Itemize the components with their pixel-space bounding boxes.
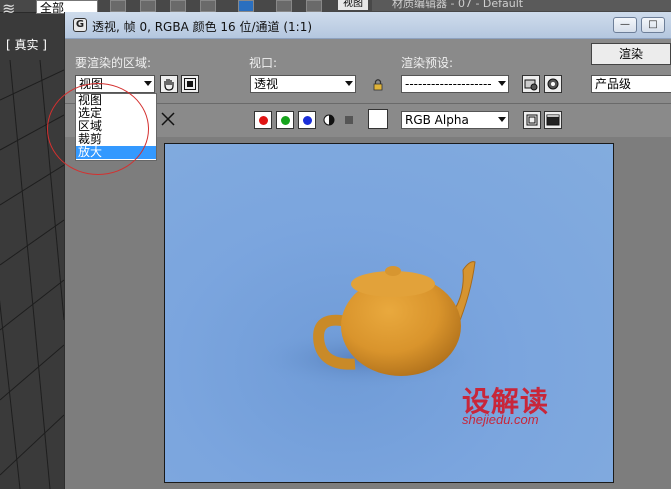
red-dot-icon [259,116,268,125]
render-image-area: 设解读 shejiedu.com [65,137,671,489]
hand-icon [164,79,174,91]
rendered-teapot-image: 设解读 shejiedu.com [164,143,614,483]
viewport-grid [0,60,64,489]
maximize-button[interactable]: □ [641,17,665,33]
blue-dot-icon [303,116,312,125]
green-channel-toggle[interactable] [276,111,294,129]
viewport-shading-label[interactable]: [ 真实 ] [6,36,47,53]
teapot-render [255,261,476,389]
toggle-ui-overlay-button[interactable] [523,111,541,129]
chevron-down-icon [144,81,152,86]
material-editor-title: 材质编辑器 - 07 - Default [372,0,671,11]
alpha-channel-icon[interactable] [323,114,335,126]
toolbar-tool-button[interactable] [238,0,254,12]
app-icon: G [73,18,87,32]
color-swatch[interactable] [368,109,388,129]
quality-dropdown[interactable]: 产品级 [591,75,671,93]
viewport-dropdown[interactable]: 透视 [250,75,356,93]
window-title: 透视, 帧 0, RGBA 颜色 16 位/通道 (1:1) [92,20,313,34]
render-frame-window: G 透视, 帧 0, RGBA 颜色 16 位/通道 (1:1) — □ 要渲染… [47,12,671,489]
watermark-url: shejiedu.com [462,412,539,427]
region-hand-button[interactable] [160,75,178,93]
render-setup-icon [524,79,538,91]
auto-region-button[interactable] [181,75,199,93]
toolbar-tool-button[interactable] [170,0,186,12]
green-dot-icon [281,116,290,125]
lock-icon [373,79,383,91]
blue-channel-toggle[interactable] [298,111,316,129]
wave-icon[interactable]: ≋ [2,0,15,18]
render-preset-value: -------------------- [405,77,492,91]
minimize-button[interactable]: — [613,17,637,33]
view-tab[interactable]: 视图 [338,0,368,10]
render-preset-dropdown[interactable]: -------------------- [401,75,509,93]
display-icon [546,114,560,126]
toolbar-tool-button[interactable] [200,0,216,12]
monochrome-icon[interactable] [345,116,353,124]
chevron-down-icon [498,117,506,122]
teapot-render-icon [547,78,559,90]
channel-display-dropdown[interactable]: RGB Alpha [401,111,509,129]
area-to-render-value: 视图 [79,77,104,91]
render-setup-button[interactable] [522,75,540,93]
red-channel-toggle[interactable] [254,111,272,129]
area-to-render-options[interactable]: 视图 选定 区域 裁剪 放大 [75,93,157,161]
area-to-render-label: 要渲染的区域: [75,56,152,70]
toggle-ui-button[interactable] [544,111,562,129]
clear-icon[interactable] [161,112,175,126]
quality-value: 产品级 [595,77,632,91]
render-preset-label: 渲染预设: [401,56,454,70]
viewport-value: 透视 [254,77,279,91]
area-to-render-dropdown[interactable]: 视图 [75,75,155,93]
toolbar-tool-button[interactable] [306,0,322,12]
chevron-down-icon [345,81,353,86]
region-select-icon [184,78,196,90]
lock-viewport-button[interactable] [369,75,387,93]
title-bar[interactable]: G 透视, 帧 0, RGBA 颜色 16 位/通道 (1:1) — □ [65,12,671,39]
dropdown-option-selected[interactable]: 放大 [76,146,156,159]
channel-display-value: RGB Alpha [405,113,469,127]
viewport-label: 视口: [249,56,278,70]
render-button[interactable]: 渲染 [591,43,671,65]
environment-button[interactable] [544,75,562,93]
toolbar-tool-button[interactable] [110,0,126,12]
toolbar-tool-button[interactable] [140,0,156,12]
chevron-down-icon [498,81,506,86]
overlay-icon [526,114,538,126]
toolbar-tool-button[interactable] [276,0,292,12]
